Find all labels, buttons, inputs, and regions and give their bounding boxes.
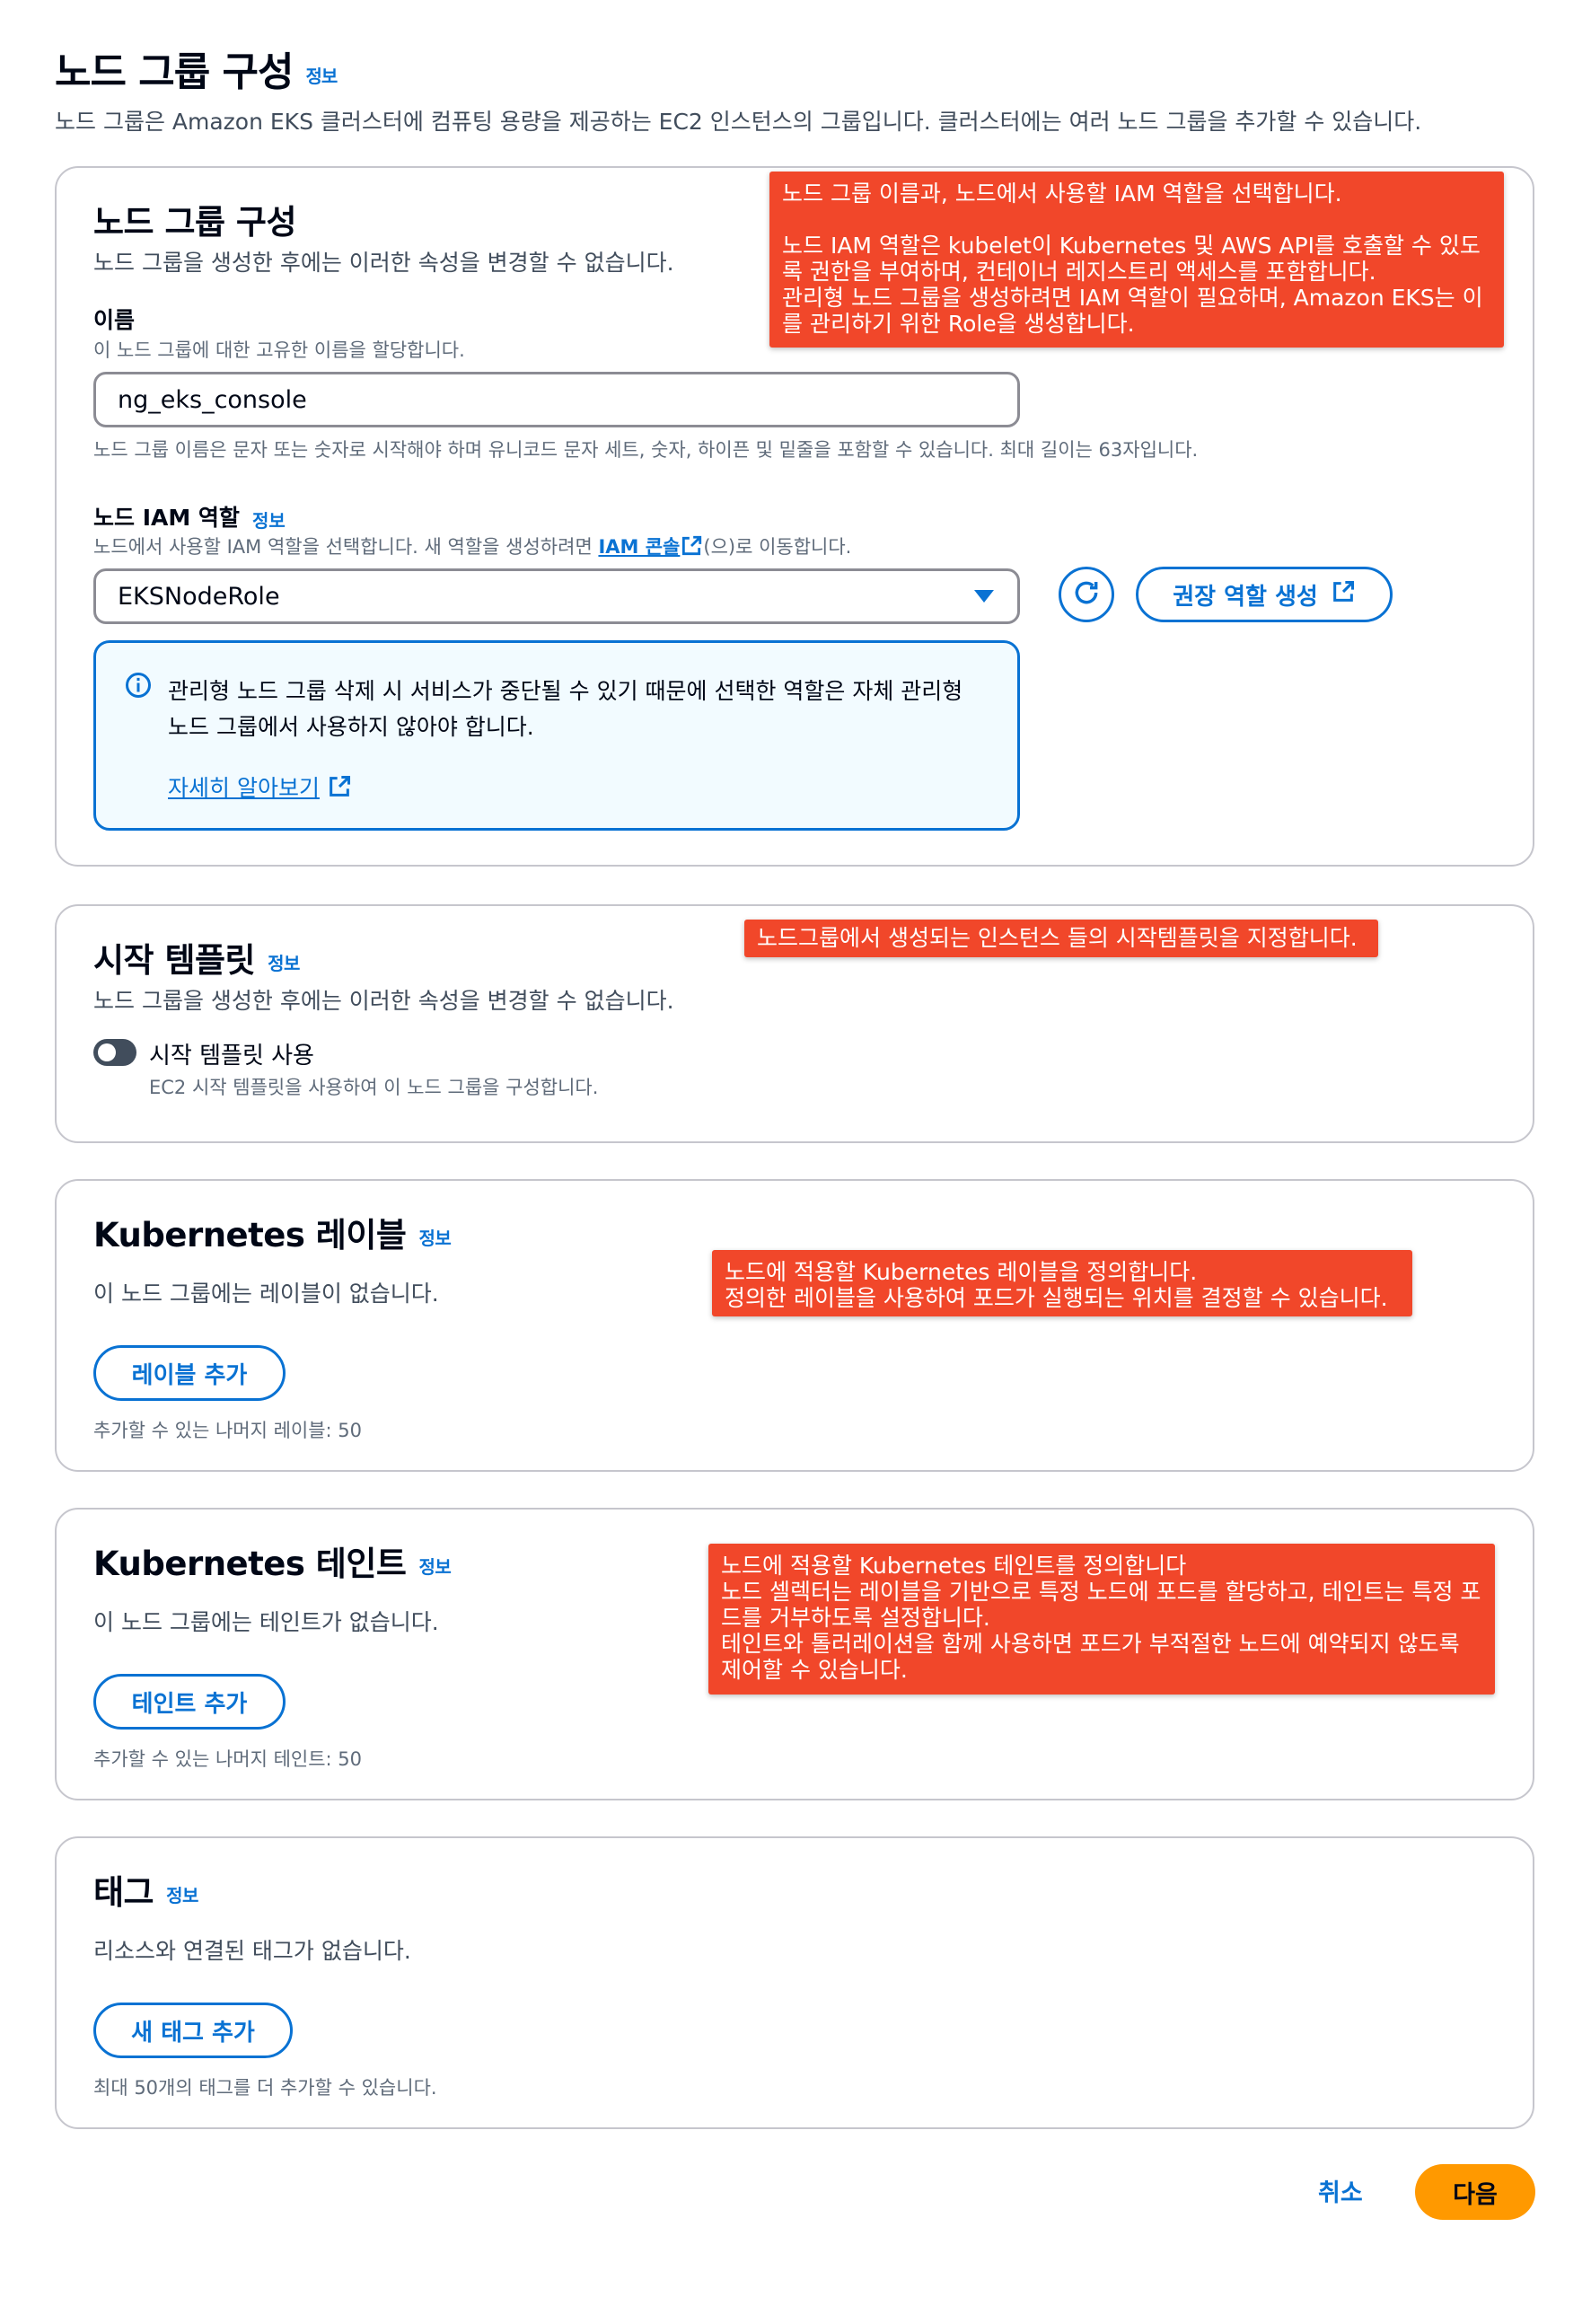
add-taint-button-label: 테인트 추가: [131, 1690, 248, 1718]
toggle-label: 시작 템플릿 사용: [149, 1043, 314, 1070]
refresh-button[interactable]: [1059, 567, 1114, 622]
create-recommended-role-button[interactable]: 권장 역할 생성: [1136, 567, 1393, 622]
section-title-text: Kubernetes 레이블: [93, 1216, 407, 1254]
section-title-text: 태그: [93, 1873, 154, 1912]
annotation-callout: 노드그룹에서 생성되는 인스턴스 들의 시작템플릿을 지정합니다.: [744, 920, 1378, 957]
iam-role-select-value: EKSNodeRole: [118, 582, 280, 611]
toggle-hint: EC2 시작 템플릿을 사용하여 이 노드 그룹을 구성합니다.: [149, 1077, 599, 1098]
section-title: 노드 그룹 구성: [93, 203, 297, 242]
info-circle-icon: [125, 672, 152, 702]
iam-role-label-text: 노드 IAM 역할: [93, 505, 240, 531]
k8s-labels-card: Kubernetes 레이블 정보 이 노드 그룹에는 레이블이 없습니다. 레이…: [55, 1179, 1534, 1472]
cancel-button[interactable]: 취소: [1318, 2173, 1363, 2208]
next-button[interactable]: 다음: [1415, 2164, 1535, 2220]
add-label-button-label: 레이블 추가: [131, 1361, 248, 1389]
annotation-text: 노드 그룹 이름과, 노드에서 사용할 IAM 역할을 선택합니다. 노드 IA…: [782, 180, 1483, 337]
section-title: 태그 정보: [93, 1865, 198, 1914]
info-link[interactable]: 정보: [418, 1556, 451, 1578]
external-link-icon: [327, 774, 352, 805]
create-role-button-label: 권장 역할 생성: [1173, 583, 1318, 611]
section-title-text: 시작 템플릿: [93, 941, 256, 980]
toggle-knob: [98, 1043, 116, 1061]
remaining-count: 최대 50개의 태그를 더 추가할 수 있습니다.: [93, 2077, 437, 2099]
name-label: 이름: [93, 307, 136, 333]
annotation-text: 노드그룹에서 생성되는 인스턴스 들의 시작템플릿을 지정합니다.: [757, 925, 1358, 951]
info-alert-text: 관리형 노드 그룹 삭제 시 서비스가 중단될 수 있기 때문에 선택한 역할은…: [168, 678, 963, 740]
add-taint-button[interactable]: 테인트 추가: [93, 1674, 286, 1730]
empty-state-text: 리소스와 연결된 태그가 없습니다.: [93, 1938, 411, 1964]
iam-info-link[interactable]: 정보: [252, 510, 286, 532]
launch-template-toggle[interactable]: [93, 1039, 136, 1066]
annotation-text: 노드에 적용할 Kubernetes 테인트를 정의합니다 노드 셀렉터는 레이…: [721, 1553, 1481, 1683]
external-link-icon: [680, 534, 703, 562]
annotation-callout: 노드에 적용할 Kubernetes 레이블을 정의합니다. 정의한 레이블을 …: [712, 1250, 1412, 1316]
info-link[interactable]: 정보: [418, 1228, 451, 1249]
cancel-button-label: 취소: [1318, 2179, 1363, 2207]
iam-hint-prefix: 노드에서 사용할 IAM 역할을 선택합니다. 새 역할을 생성하려면: [93, 536, 593, 558]
iam-role-hint: 노드에서 사용할 IAM 역할을 선택합니다. 새 역할을 생성하려면 IAM …: [93, 533, 851, 562]
section-subtitle: 노드 그룹을 생성한 후에는 이러한 속성을 변경할 수 없습니다.: [93, 988, 674, 1014]
page-description: 노드 그룹은 Amazon EKS 클러스터에 컴퓨팅 용량을 제공하는 EC2…: [55, 109, 1422, 135]
learn-more-text: 자세히 알아보기: [168, 775, 320, 801]
annotation-callout: 노드에 적용할 Kubernetes 테인트를 정의합니다 노드 셀렉터는 레이…: [708, 1544, 1495, 1695]
name-input-value: ng_eks_console: [118, 385, 307, 414]
add-label-button[interactable]: 레이블 추가: [93, 1345, 286, 1401]
page-title: 노드 그룹 구성 정보: [55, 40, 338, 97]
external-link-icon: [1331, 579, 1356, 611]
info-link[interactable]: 정보: [306, 66, 338, 87]
remaining-count: 추가할 수 있는 나머지 레이블: 50: [93, 1420, 363, 1441]
info-link[interactable]: 정보: [268, 953, 300, 974]
section-title: 시작 템플릿 정보: [93, 933, 300, 982]
info-alert: 관리형 노드 그룹 삭제 시 서비스가 중단될 수 있기 때문에 선택한 역할은…: [93, 640, 1020, 831]
name-hint: 이 노드 그룹에 대한 고유한 이름을 할당합니다.: [93, 339, 465, 361]
annotation-callout: 노드 그룹 이름과, 노드에서 사용할 IAM 역할을 선택합니다. 노드 IA…: [769, 172, 1504, 348]
name-input[interactable]: ng_eks_console: [93, 372, 1020, 427]
iam-role-label: 노드 IAM 역할 정보: [93, 500, 286, 533]
learn-more-link[interactable]: 자세히 알아보기: [168, 770, 352, 805]
section-title: Kubernetes 테인트 정보: [93, 1536, 452, 1585]
section-title-text: Kubernetes 테인트: [93, 1545, 407, 1583]
annotation-text: 노드에 적용할 Kubernetes 레이블을 정의합니다. 정의한 레이블을 …: [725, 1259, 1388, 1311]
info-link[interactable]: 정보: [166, 1885, 198, 1906]
add-tag-button-label: 새 태그 추가: [131, 2019, 255, 2047]
tags-card: 태그 정보 리소스와 연결된 태그가 없습니다. 새 태그 추가 최대 50개의 …: [55, 1836, 1534, 2129]
empty-state-text: 이 노드 그룹에는 레이블이 없습니다.: [93, 1281, 439, 1307]
iam-hint-suffix: (으)로 이동합니다.: [703, 536, 852, 558]
iam-console-link-text: IAM 콘솔: [598, 536, 681, 558]
iam-role-select[interactable]: EKSNodeRole: [93, 568, 1020, 624]
name-constraint: 노드 그룹 이름은 문자 또는 숫자로 시작해야 하며 유니코드 문자 세트, …: [93, 439, 1199, 461]
refresh-icon: [1072, 578, 1101, 611]
section-title: Kubernetes 레이블 정보: [93, 1208, 452, 1256]
remaining-count: 추가할 수 있는 나머지 테인트: 50: [93, 1748, 363, 1770]
empty-state-text: 이 노드 그룹에는 테인트가 없습니다.: [93, 1609, 439, 1635]
section-subtitle: 노드 그룹을 생성한 후에는 이러한 속성을 변경할 수 없습니다.: [93, 250, 674, 276]
iam-console-link[interactable]: IAM 콘솔: [598, 536, 680, 558]
add-tag-button[interactable]: 새 태그 추가: [93, 2003, 293, 2058]
next-button-label: 다음: [1453, 2180, 1498, 2209]
caret-down-icon: [972, 583, 996, 611]
page-title-text: 노드 그룹 구성: [55, 49, 294, 95]
